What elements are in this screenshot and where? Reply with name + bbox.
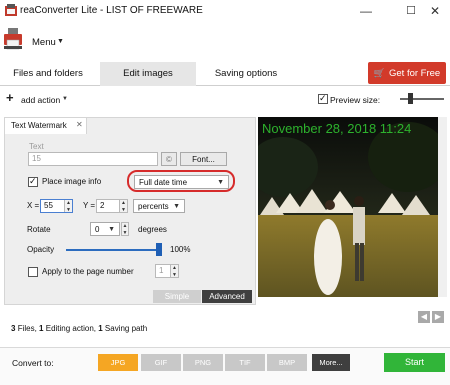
saving-count: 1	[98, 324, 103, 333]
apply-page-label: Apply to the page number	[42, 267, 134, 276]
page-number-input[interactable]: 1 ▲ ▼	[155, 264, 179, 278]
opacity-slider-thumb[interactable]	[156, 243, 162, 256]
format-jpg-button[interactable]: JPG	[98, 354, 138, 371]
format-bmp-button[interactable]: BMP	[267, 354, 307, 371]
panel-tab-label: Text Watermark	[11, 121, 67, 130]
prev-image-button[interactable]: ◀	[418, 311, 430, 323]
chevron-down-icon[interactable]: ▼	[62, 96, 68, 102]
window-title: reaConverter Lite - LIST OF FREEWARE	[20, 5, 203, 16]
cart-icon: 🛒	[373, 68, 385, 78]
start-button[interactable]: Start	[384, 353, 445, 372]
x-spinner[interactable]: ▲ ▼	[64, 200, 72, 213]
apply-page-checkbox[interactable]	[28, 267, 38, 277]
watermark-preview-text: November 28, 2018 11:24	[262, 121, 412, 136]
opacity-value: 100%	[170, 245, 191, 254]
files-label: Files,	[17, 324, 37, 333]
y-spinner[interactable]: ▲ ▼	[119, 200, 127, 213]
page-number-value: 1	[159, 266, 164, 275]
close-tab-icon[interactable]: ✕	[76, 120, 83, 129]
close-button[interactable]: ✕	[420, 2, 450, 20]
editing-label: Editing action,	[45, 324, 96, 333]
saving-label: Saving path	[104, 324, 148, 333]
editing-count: 1	[39, 324, 44, 333]
highlight-ring	[127, 170, 235, 192]
chevron-down-icon: ▼	[108, 226, 115, 233]
preview-size-slider[interactable]	[400, 98, 444, 100]
format-gif-button[interactable]: GIF	[141, 354, 181, 371]
units-select[interactable]: percents ▼	[133, 199, 185, 213]
preview-size-slider-thumb[interactable]	[408, 93, 413, 104]
advanced-mode-button[interactable]: Advanced	[202, 290, 252, 303]
opacity-slider[interactable]	[66, 249, 162, 251]
chevron-down-icon[interactable]: ▼	[57, 38, 64, 45]
rotate-value: 0	[95, 225, 100, 234]
format-png-button[interactable]: PNG	[183, 354, 223, 371]
format-tif-button[interactable]: TIF	[225, 354, 265, 371]
rotate-unit-label: degrees	[138, 225, 167, 234]
units-value: percents	[138, 202, 169, 211]
y-label: Y =	[83, 201, 96, 210]
y-input[interactable]: 2 ▲ ▼	[96, 199, 128, 213]
status-summary: 3 Files, 1 Editing action, 1 Saving path	[11, 324, 147, 333]
simple-mode-button[interactable]: Simple	[153, 290, 201, 303]
rotate-label: Rotate	[27, 225, 51, 234]
files-count: 3	[11, 324, 16, 333]
place-image-info-checkbox[interactable]	[28, 176, 38, 187]
copyright-button[interactable]: ©	[161, 152, 177, 166]
menu-printer-icon[interactable]	[4, 28, 22, 50]
watermark-text-input[interactable]: 15	[28, 152, 158, 166]
format-more-button[interactable]: More...	[312, 354, 350, 371]
preview-image	[258, 117, 438, 297]
convert-to-label: Convert to:	[12, 358, 54, 368]
x-value: 55	[44, 201, 53, 210]
preview-size-checkbox[interactable]	[318, 93, 328, 104]
page-number-spinner[interactable]: ▲ ▼	[170, 265, 178, 278]
minimize-button[interactable]: —	[351, 2, 381, 20]
tab-files-and-folders[interactable]: Files and folders	[4, 62, 92, 86]
rotate-select[interactable]: 0 ▼	[90, 222, 120, 236]
font-button[interactable]: Font...	[180, 152, 227, 166]
preview-scrollbar[interactable]	[438, 117, 447, 297]
tab-edit-images[interactable]: Edit images	[100, 62, 196, 86]
x-input[interactable]: 55 ▲ ▼	[40, 199, 73, 213]
x-label: X =	[27, 201, 40, 210]
menu-label[interactable]: Menu	[32, 37, 56, 48]
tab-saving-options[interactable]: Saving options	[200, 62, 292, 86]
y-value: 2	[100, 201, 105, 210]
text-label: Text	[29, 142, 44, 151]
get-for-free-button[interactable]: 🛒 Get for Free	[368, 62, 446, 84]
next-image-button[interactable]: ▶	[432, 311, 444, 323]
get-for-free-label: Get for Free	[389, 68, 441, 79]
opacity-label: Opacity	[27, 245, 55, 254]
preview-size-label: Preview size:	[330, 95, 381, 105]
chevron-down-icon: ▼	[173, 203, 180, 210]
place-image-info-label: Place image info	[42, 177, 102, 186]
add-action-button[interactable]: add action	[21, 95, 60, 105]
plus-icon[interactable]: +	[6, 91, 14, 105]
rotate-spinner[interactable]: ▲ ▼	[121, 222, 129, 236]
app-logo-icon	[5, 4, 17, 16]
